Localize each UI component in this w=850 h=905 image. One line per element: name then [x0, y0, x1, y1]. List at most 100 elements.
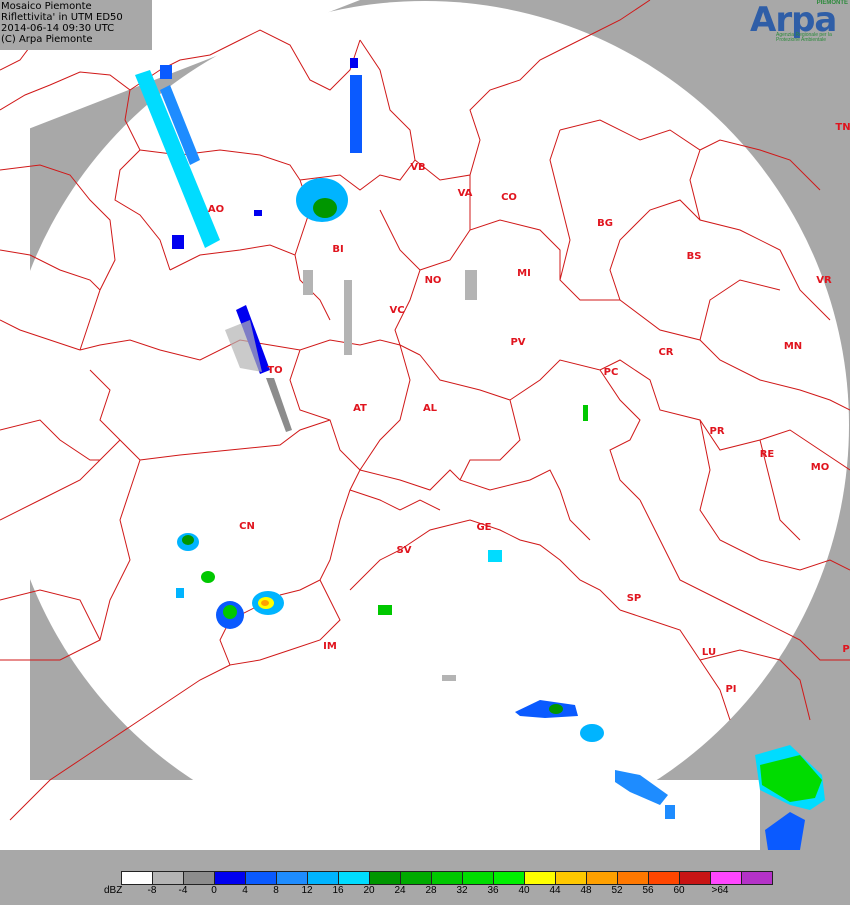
- legend-swatch: [369, 871, 401, 885]
- echo-nw-blob2: [172, 235, 184, 249]
- echo-cn-small: [176, 588, 184, 598]
- echo-cn-cell4-inner: [261, 600, 269, 606]
- legend-tick-label: 12: [301, 885, 313, 896]
- label-CR: CR: [658, 347, 673, 358]
- echo-cn-cell1-core: [182, 535, 194, 545]
- legend-tick-label: 4: [242, 885, 248, 896]
- echo-vb-top: [350, 58, 358, 68]
- legend-tick-label: 48: [580, 885, 592, 896]
- label-LU: LU: [702, 647, 716, 658]
- echo-nw-blob1: [160, 65, 172, 79]
- echo-sea-2: [488, 550, 502, 562]
- info-product: Riflettivita' in UTM ED50: [1, 12, 123, 23]
- label-MN: MN: [784, 341, 802, 352]
- legend-swatch: [493, 871, 525, 885]
- legend-bar: dBZ -8 -4 0 4 8 12 16 20 24 28 32 36 40 44 48 52 56 60 >64: [0, 850, 850, 905]
- label-BS: BS: [687, 251, 702, 262]
- label-MI: MI: [517, 268, 531, 279]
- label-RE: RE: [760, 449, 775, 460]
- echo-grey-3: [465, 270, 477, 300]
- legend-color-scale: [121, 871, 773, 885]
- label-PR: PR: [709, 426, 724, 437]
- legend-swatch: [307, 871, 339, 885]
- label-VB: VB: [410, 162, 425, 173]
- legend-swatch: [431, 871, 463, 885]
- echo-nw-blob3: [254, 210, 262, 216]
- label-IM: IM: [323, 641, 337, 652]
- echo-grey-2: [303, 270, 313, 295]
- label-TN: TN: [835, 122, 850, 133]
- legend-swatch: [121, 871, 153, 885]
- logo-tag: PIEMONTE: [816, 0, 848, 6]
- label-AO: AO: [208, 204, 224, 215]
- label-GE: GE: [476, 522, 491, 533]
- label-PI: PI: [725, 684, 736, 695]
- legend-swatch: [400, 871, 432, 885]
- radar-coverage-area: [1, 1, 849, 849]
- arpa-logo: Arpa PIEMONTE Agenzia Regionale per la P…: [748, 0, 850, 46]
- legend-tick-label: 0: [211, 885, 217, 896]
- legend-swatch: [276, 871, 308, 885]
- echo-grey-1: [344, 280, 352, 355]
- legend-swatch: [245, 871, 277, 885]
- coverage-left-strip: [0, 120, 30, 850]
- echo-bi-core: [313, 198, 337, 218]
- legend-tick-label: 24: [394, 885, 406, 896]
- echo-grey-sea: [442, 675, 456, 681]
- legend-tick-label: 32: [456, 885, 468, 896]
- info-box: Mosaico Piemonte Riflettivita' in UTM ED…: [0, 0, 152, 50]
- legend-unit: dBZ: [104, 885, 123, 896]
- label-BG: BG: [597, 218, 613, 229]
- echo-sea-3: [580, 724, 604, 742]
- echo-cn-cell3-core: [223, 605, 237, 619]
- label-VA: VA: [458, 188, 473, 199]
- label-NO: NO: [425, 275, 442, 286]
- label-MO: MO: [811, 462, 829, 473]
- label-PV: PV: [510, 337, 525, 348]
- legend-tick-label: 28: [425, 885, 437, 896]
- label-CN: CN: [239, 521, 255, 532]
- legend-tick-label: -4: [178, 885, 188, 896]
- legend-swatch: [214, 871, 246, 885]
- legend-tick-label: 40: [518, 885, 530, 896]
- legend-tick-label: 60: [673, 885, 685, 896]
- label-VC: VC: [389, 305, 404, 316]
- label-PC: PC: [604, 367, 619, 378]
- legend-swatch: [741, 871, 773, 885]
- radar-map-view: AO BI VB VA CO BG BS TN VR NO MI VC PV C…: [0, 0, 850, 905]
- legend-swatch: [679, 871, 711, 885]
- legend-swatch: [183, 871, 215, 885]
- echo-pc: [583, 405, 588, 421]
- info-title: Mosaico Piemonte: [1, 1, 92, 12]
- label-CO: CO: [501, 192, 517, 203]
- legend-tick-label: 36: [487, 885, 499, 896]
- legend-tick-label: 20: [363, 885, 375, 896]
- legend-tick-label: 56: [642, 885, 654, 896]
- legend-swatch: [648, 871, 680, 885]
- legend-swatch: [586, 871, 618, 885]
- legend-swatch: [152, 871, 184, 885]
- echo-cn-cell2: [201, 571, 215, 583]
- legend-swatch: [617, 871, 649, 885]
- logo-subtitle: Agenzia Regionale per la Protezione Ambi…: [776, 32, 832, 43]
- echo-sea-1: [378, 605, 392, 615]
- echo-vb-stripe: [350, 75, 362, 153]
- radar-map: AO BI VB VA CO BG BS TN VR NO MI VC PV C…: [0, 0, 850, 850]
- echo-sea-5: [665, 805, 675, 819]
- label-TO: TO: [267, 365, 282, 376]
- legend-tick-label: 44: [549, 885, 561, 896]
- legend-swatch: [524, 871, 556, 885]
- label-P: P: [842, 644, 849, 655]
- echo-sea-band-core: [549, 704, 563, 714]
- legend-swatch: [555, 871, 587, 885]
- legend-tick-label: -8: [147, 885, 157, 896]
- legend-tick-label: 16: [332, 885, 344, 896]
- label-SP: SP: [627, 593, 642, 604]
- info-timestamp: 2014-06-14 09:30 UTC: [1, 23, 115, 34]
- info-copyright: (C) Arpa Piemonte: [1, 34, 93, 45]
- label-BI: BI: [332, 244, 343, 255]
- label-SV: SV: [397, 545, 412, 556]
- legend-swatch: [710, 871, 742, 885]
- legend-tick-label: >64: [711, 885, 729, 896]
- label-AL: AL: [423, 403, 438, 414]
